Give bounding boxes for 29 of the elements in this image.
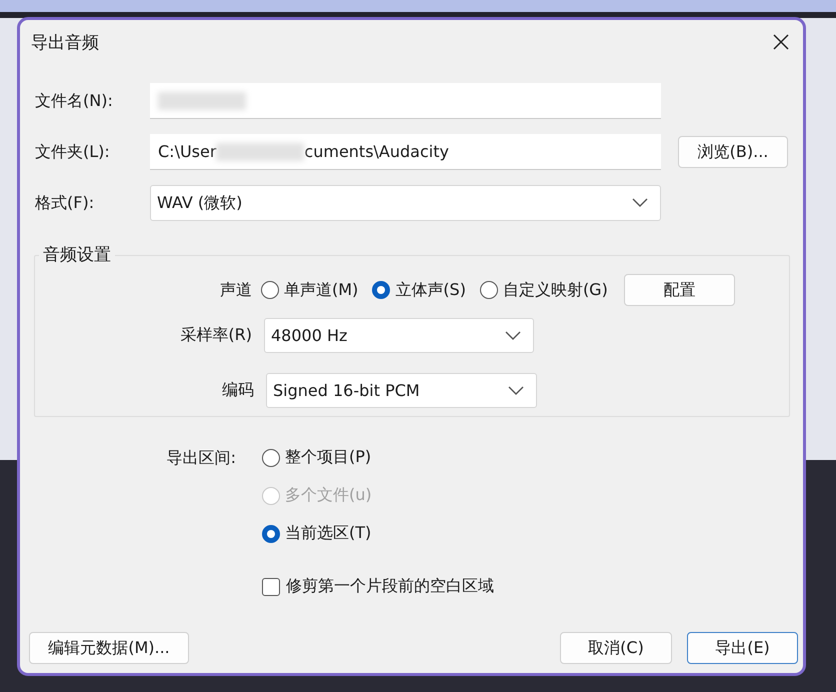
browse-button[interactable]: 浏览(B)... [678, 136, 788, 168]
channels-label: 声道 [219, 280, 253, 300]
cancel-button[interactable]: 取消(C) [560, 632, 672, 664]
radio-option[interactable]: 当前选区(T) [262, 523, 372, 544]
export-button[interactable]: 导出(E) [687, 632, 798, 664]
trim-checkbox[interactable]: 修剪第一个片段前的空白区域 [262, 576, 494, 597]
window-title: 导出音频 [31, 32, 99, 54]
folder-field[interactable]: C:\User cuments\Audacity [150, 134, 661, 170]
encoding-dropdown[interactable]: Signed 16-bit PCM [266, 373, 537, 408]
close-icon[interactable] [773, 34, 789, 50]
radio-option[interactable]: 单声道(M) [261, 280, 358, 300]
radio-option[interactable]: 整个项目(P) [262, 447, 372, 468]
encoding-label: 编码 [221, 380, 255, 401]
edit-metadata-button[interactable]: 编辑元数据(M)... [29, 632, 189, 664]
format-dropdown[interactable]: WAV (微软) [150, 185, 661, 221]
field-label: 文件名(N): [35, 90, 114, 112]
sample-rate-dropdown[interactable]: 48000 Hz [264, 318, 534, 353]
chevron-down-icon [508, 386, 524, 396]
chevron-down-icon [505, 330, 521, 340]
group-title: 音频设置 [42, 246, 112, 264]
radio-option[interactable]: 自定义映射(G) [480, 280, 608, 300]
sample-rate-label: 采样率(R) [179, 325, 253, 346]
field-label: 格式(F): [35, 192, 96, 214]
file-name-field[interactable] [150, 83, 661, 119]
field-label: 文件夹(L): [35, 142, 111, 162]
radio-option[interactable]: 立体声(S) [372, 280, 466, 300]
chevron-down-icon [632, 198, 648, 208]
configure-button[interactable]: 配置 [624, 274, 735, 306]
export-range-label: 导出区间: [166, 447, 237, 469]
